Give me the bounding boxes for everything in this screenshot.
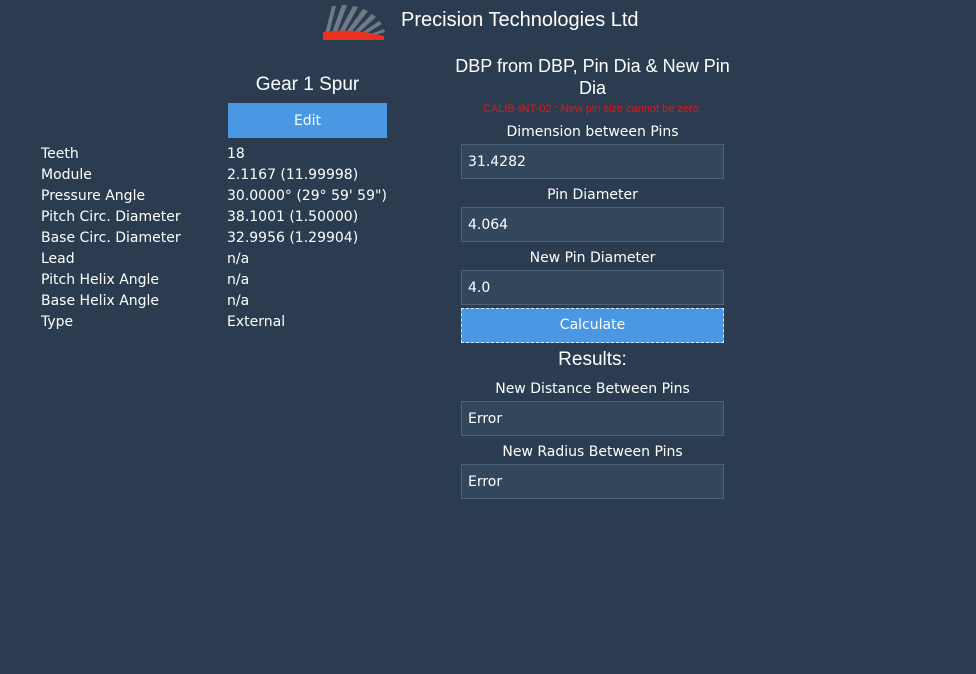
- property-value: 18: [227, 146, 245, 162]
- property-value: 30.0000° (29° 59' 59"): [227, 188, 387, 204]
- property-label: Pitch Circ. Diameter: [41, 209, 181, 225]
- property-value: n/a: [227, 251, 250, 267]
- property-label: Teeth: [41, 146, 79, 162]
- property-label: Pitch Helix Angle: [41, 272, 160, 288]
- property-label: Base Helix Angle: [41, 293, 160, 309]
- property-value: External: [227, 314, 286, 330]
- header: Precision Technologies Ltd: [0, 0, 976, 44]
- property-label: Module: [41, 167, 92, 183]
- new-distance-output[interactable]: [461, 401, 724, 436]
- property-value: n/a: [227, 272, 250, 288]
- property-label: Pressure Angle: [41, 188, 146, 204]
- company-logo-fan-icon: [323, 5, 385, 40]
- property-value: 32.9956 (1.29904): [227, 230, 359, 246]
- property-label: Type: [41, 314, 74, 330]
- dbp-label: Dimension between Pins: [506, 124, 679, 140]
- edit-button[interactable]: Edit: [228, 103, 387, 138]
- property-value: n/a: [227, 293, 250, 309]
- calculator-title: DBP from DBP, Pin Dia & New Pin Dia: [455, 56, 730, 98]
- property-value: 2.1167 (11.99998): [227, 167, 359, 183]
- results-title: Results:: [558, 349, 627, 370]
- app-title: Precision Technologies Ltd: [401, 9, 639, 31]
- gear-title: Gear 1 Spur: [255, 74, 360, 95]
- property-label: Base Circ. Diameter: [41, 230, 181, 246]
- dbp-input[interactable]: [461, 144, 724, 179]
- pin-diameter-input[interactable]: [461, 207, 724, 242]
- pin-diameter-label: Pin Diameter: [547, 187, 638, 203]
- new-radius-label: New Radius Between Pins: [502, 444, 683, 460]
- calculate-button[interactable]: Calculate: [461, 308, 724, 343]
- new-radius-output[interactable]: [461, 464, 724, 499]
- new-distance-label: New Distance Between Pins: [495, 381, 690, 397]
- property-label: Lead: [41, 251, 75, 267]
- new-pin-diameter-input[interactable]: [461, 270, 724, 305]
- property-value: 38.1001 (1.50000): [227, 209, 359, 225]
- error-message: CALIB-INT-02 : New pin size cannot be ze…: [483, 103, 702, 115]
- new-pin-diameter-label: New Pin Diameter: [529, 250, 656, 266]
